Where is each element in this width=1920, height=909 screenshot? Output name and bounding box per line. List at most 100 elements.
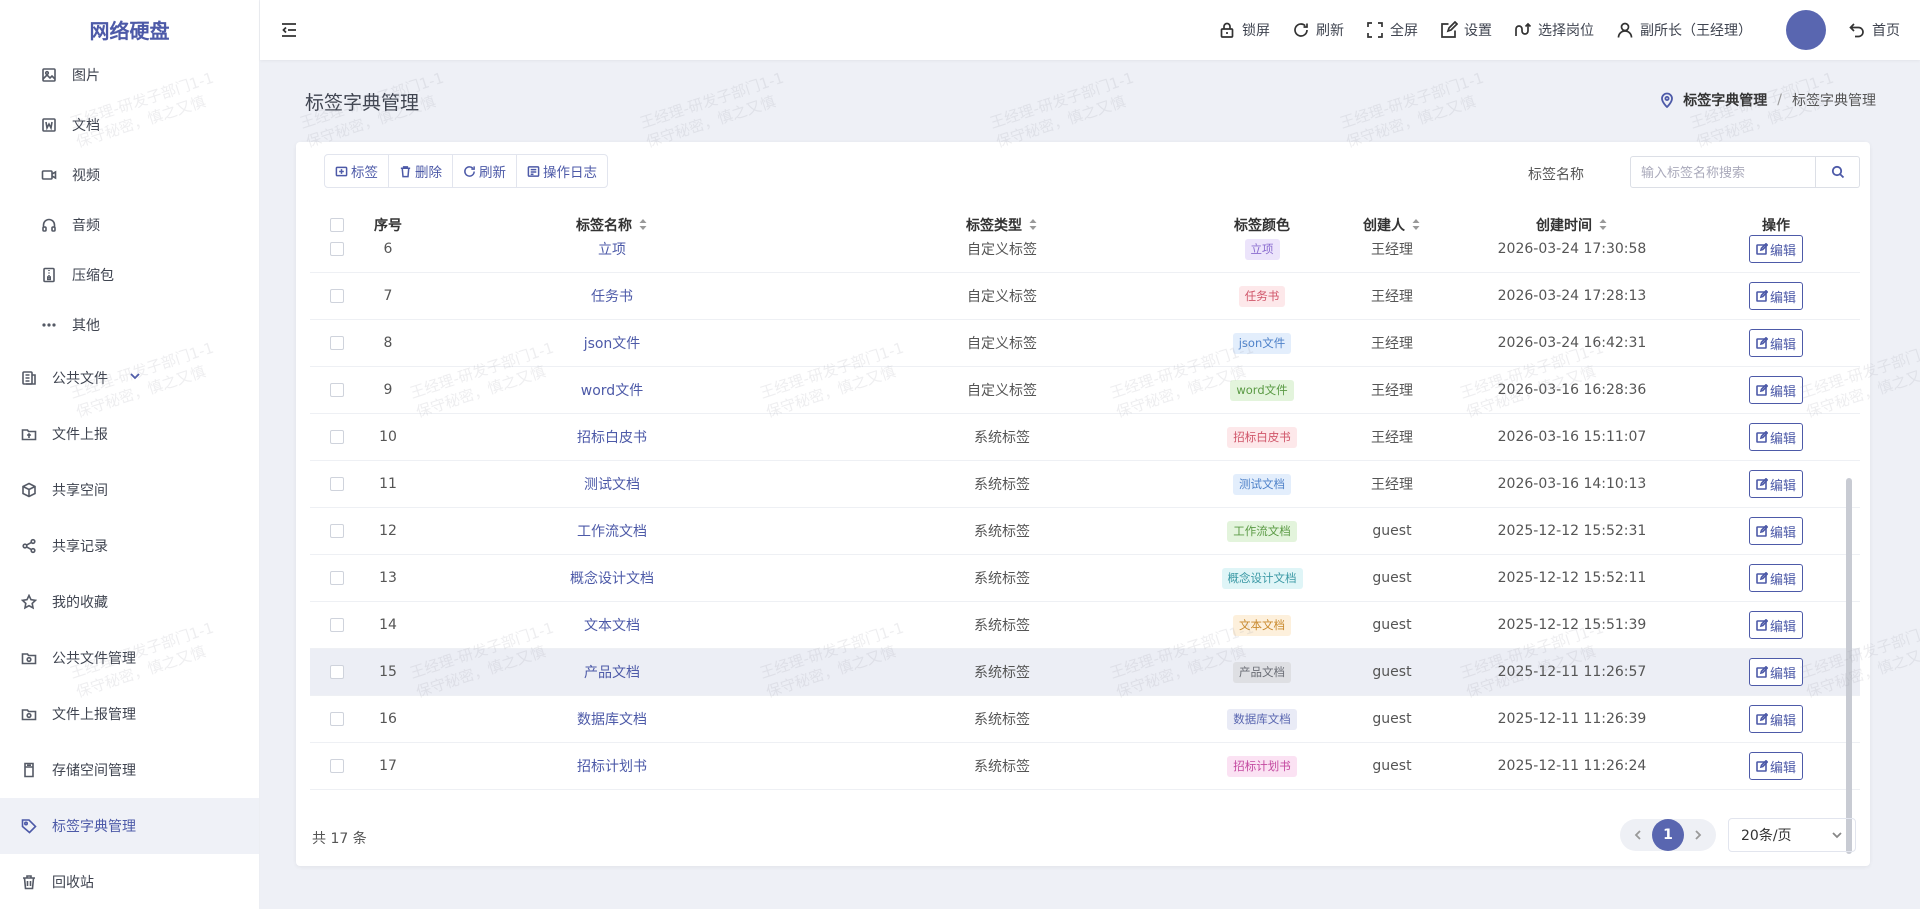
sidebar-item-public-file-manage[interactable]: 公共文件管理 [0,630,259,686]
refresh-table-button[interactable]: 刷新 [453,155,517,187]
tag-name-link[interactable]: 概念设计文档 [570,571,654,587]
table-scrollbar[interactable] [1846,478,1852,854]
row-checkbox[interactable] [330,665,344,679]
sidebar-item-label: 共享记录 [52,539,108,555]
lock-screen-button[interactable]: 锁屏 [1218,20,1270,40]
row-op-cell: 编辑 [1692,517,1860,545]
row-checkbox[interactable] [330,430,344,444]
collapse-menu-icon[interactable] [280,20,300,40]
tag-name-link[interactable]: 测试文档 [584,477,640,493]
settings-button[interactable]: 设置 [1440,20,1492,40]
edit-button[interactable]: 编辑 [1748,329,1803,357]
table-row[interactable]: 6 立项 自定义标签 立项 王经理 2026-03-24 17:30:58 编辑 [310,226,1860,273]
table-row[interactable]: 10 招标白皮书 系统标签 招标白皮书 王经理 2026-03-16 15:11:07 编辑 [310,414,1860,461]
row-time: 2026-03-16 16:28:36 [1497,382,1647,398]
sidebar-item-label: 压缩包 [72,268,114,284]
search-label: 标签名称 [1528,167,1584,183]
tag-name-link[interactable]: 立项 [598,242,626,258]
sidebar-item-file-report-manage[interactable]: 文件上报管理 [0,686,259,742]
sidebar-item-file-report[interactable]: 文件上报 [0,406,259,462]
row-type: 自定义标签 [967,289,1037,305]
table-row[interactable]: 9 word文件 自定义标签 word文件 王经理 2026-03-16 16:28:36… [310,367,1860,414]
select-post-button[interactable]: 选择岗位 [1514,20,1594,40]
row-time: 2025-12-12 15:52:31 [1497,523,1647,539]
edit-button[interactable]: 编辑 [1748,235,1803,263]
row-checkbox[interactable] [330,242,344,256]
prev-page-button[interactable] [1624,821,1652,849]
row-checkbox[interactable] [330,571,344,585]
row-creator: 王经理 [1371,477,1413,493]
table-row[interactable]: 14 文本文档 系统标签 文本文档 guest 2025-12-12 15:51:39 编辑 [310,602,1860,649]
refresh-button[interactable]: 刷新 [1292,20,1344,40]
tag-name-link[interactable]: 工作流文档 [577,524,647,540]
tag-name-link[interactable]: json文件 [584,336,641,352]
edit-button[interactable]: 编辑 [1748,423,1803,451]
fullscreen-button[interactable]: 全屏 [1366,20,1418,40]
table-row[interactable]: 17 招标计划书 系统标签 招标计划书 guest 2025-12-11 11:26:24… [310,743,1860,790]
sidebar-item-archives[interactable]: 压缩包 [0,250,259,300]
sidebar-item-public-files[interactable]: 公共文件 [0,350,259,406]
breadcrumb-item[interactable]: 标签字典管理 [1683,90,1767,110]
sidebar-item-videos[interactable]: 视频 [0,150,259,200]
avatar[interactable] [1786,10,1826,50]
row-checkbox[interactable] [330,336,344,350]
table-row[interactable]: 11 测试文档 系统标签 测试文档 王经理 2026-03-16 14:10:13 编辑 [310,461,1860,508]
next-page-button[interactable] [1684,821,1712,849]
table-row[interactable]: 8 json文件 自定义标签 json文件 王经理 2026-03-24 16:42:31… [310,320,1860,367]
tag-name-link[interactable]: 任务书 [591,289,633,305]
edit-button[interactable]: 编辑 [1748,705,1803,733]
add-tag-button[interactable]: 标签 [325,155,389,187]
tag-name-link[interactable]: 招标白皮书 [577,430,647,446]
delete-button[interactable]: 删除 [389,155,453,187]
refresh-icon [464,165,475,177]
row-creator: guest [1372,758,1412,774]
tag-name-link[interactable]: 招标计划书 [577,759,647,775]
chevron-down-icon[interactable] [128,369,142,387]
sidebar-item-documents[interactable]: 文档 [0,100,259,150]
edit-button[interactable]: 编辑 [1748,611,1803,639]
sidebar-item-storage-manage[interactable]: 存储空间管理 [0,742,259,798]
row-creator: 王经理 [1371,242,1413,258]
sidebar-item-other[interactable]: 其他 [0,300,259,350]
search-input[interactable] [1630,156,1816,188]
row-checkbox[interactable] [330,383,344,397]
edit-button[interactable]: 编辑 [1748,564,1803,592]
page-size-select[interactable]: 20条/页 [1728,818,1856,852]
row-checkbox[interactable] [330,759,344,773]
sidebar-item-share-records[interactable]: 共享记录 [0,518,259,574]
tag-name-link[interactable]: 文本文档 [584,618,640,634]
home-button[interactable]: 首页 [1848,20,1900,40]
sidebar-item-shared-space[interactable]: 共享空间 [0,462,259,518]
operation-log-button[interactable]: 操作日志 [517,155,607,187]
row-checkbox[interactable] [330,618,344,632]
table-row[interactable]: 7 任务书 自定义标签 任务书 王经理 2026-03-24 17:28:13 编辑 [310,273,1860,320]
sidebar-item-audio[interactable]: 音频 [0,200,259,250]
edit-button[interactable]: 编辑 [1748,282,1803,310]
search-button[interactable] [1816,156,1860,188]
sidebar-item-favorites[interactable]: 我的收藏 [0,574,259,630]
table-row[interactable]: 16 数据库文档 系统标签 数据库文档 guest 2025-12-11 11:26:39… [310,696,1860,743]
tag-name-link[interactable]: word文件 [581,383,643,399]
edit-button[interactable]: 编辑 [1748,517,1803,545]
row-checkbox[interactable] [330,524,344,538]
edit-button[interactable]: 编辑 [1748,376,1803,404]
table-row[interactable]: 12 工作流文档 系统标签 工作流文档 guest 2025-12-12 15:52:31… [310,508,1860,555]
row-checkbox[interactable] [330,712,344,726]
tag-name-link[interactable]: 数据库文档 [577,712,647,728]
edit-label: 编辑 [1769,384,1796,400]
row-checkbox[interactable] [330,289,344,303]
table-row[interactable]: 13 概念设计文档 系统标签 概念设计文档 guest 2025-12-12 15:52:… [310,555,1860,602]
table-row[interactable]: 15 产品文档 系统标签 产品文档 guest 2025-12-11 11:26:57 编辑 [310,649,1860,696]
page-number-current[interactable]: 1 [1652,819,1684,851]
sidebar-item-tag-dictionary[interactable]: 标签字典管理 [0,798,259,854]
row-select-cell [310,242,364,256]
tag-name-link[interactable]: 产品文档 [584,665,640,681]
row-checkbox[interactable] [330,477,344,491]
edit-button[interactable]: 编辑 [1748,752,1803,780]
sidebar-item-recycle-bin[interactable]: 回收站 [0,854,259,909]
edit-button[interactable]: 编辑 [1748,658,1803,686]
edit-button[interactable]: 编辑 [1748,470,1803,498]
user-menu[interactable]: 副所长（王经理） [1616,20,1752,40]
row-time: 2025-12-12 15:52:11 [1497,570,1647,586]
edit-icon [1756,713,1768,725]
